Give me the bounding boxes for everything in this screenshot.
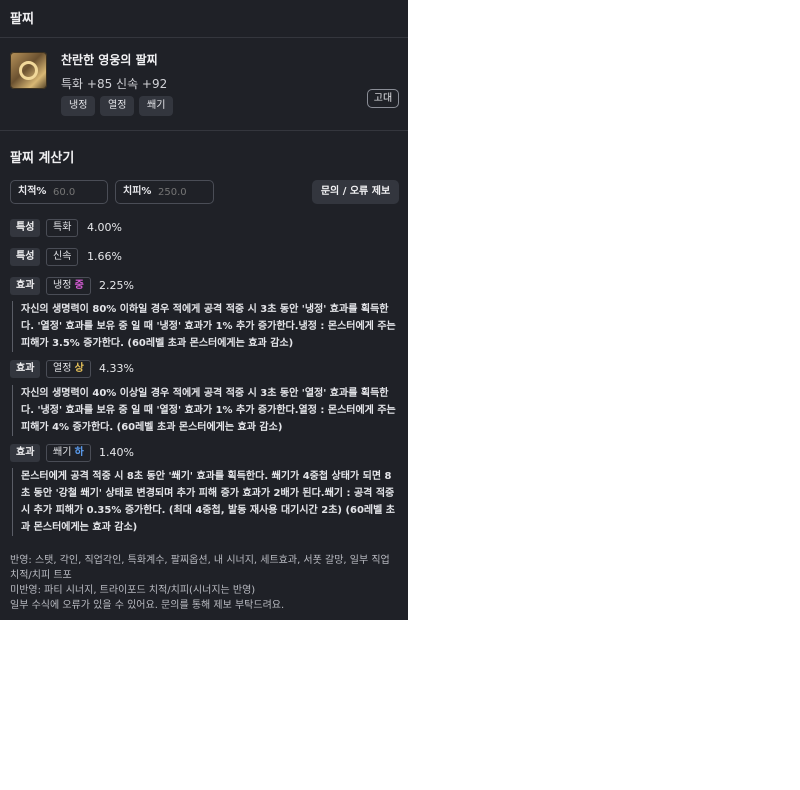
item-tag: 냉정	[61, 96, 96, 116]
grade-badge: 고대	[367, 89, 399, 108]
effect-description: 자신의 생명력이 40% 이상일 경우 적에게 공격 적중 시 3초 동안 '열…	[12, 385, 400, 436]
effect-level: 상	[74, 363, 84, 374]
row-value: 2.25%	[99, 279, 134, 292]
row-kind: 효과	[10, 444, 41, 462]
crit-rate-input[interactable]	[53, 181, 103, 203]
row-name: 열정 상	[46, 360, 91, 378]
panel-header: 팔찌	[0, 0, 408, 38]
crit-dmg-label: 치피%	[123, 186, 152, 197]
row-value: 4.33%	[99, 362, 134, 375]
effect-level: 중	[74, 280, 84, 291]
row-name: 냉정 중	[46, 277, 91, 295]
crit-rate-label: 치적%	[18, 186, 47, 197]
footer-notes: 반영: 스탯, 각인, 직업각인, 특화계수, 팔찌옵션, 내 시너지, 세트효…	[10, 553, 402, 613]
footer-not-reflected: 미반영: 파티 시너지, 트라이포드 치적/치피(시너지는 반영)	[10, 585, 256, 596]
row-name: 특화	[46, 219, 79, 237]
crit-dmg-input[interactable]	[158, 181, 208, 203]
item-tag: 열정	[100, 96, 135, 116]
row-value: 1.66%	[87, 250, 122, 263]
effect-name: 냉정	[53, 280, 72, 291]
row-value: 1.40%	[99, 446, 134, 459]
effect-description: 자신의 생명력이 80% 이하일 경우 적에게 공격 적중 시 3초 동안 '냉…	[12, 301, 400, 352]
row-name: 쐐기 하	[46, 444, 91, 462]
footer-reflected: 반영: 스탯, 각인, 직업각인, 특화계수, 팔찌옵션, 내 시너지, 세트효…	[10, 555, 390, 581]
row-kind: 특성	[10, 219, 41, 237]
effect-name: 쐐기	[53, 447, 72, 458]
crit-dmg-field[interactable]: 치피%	[115, 180, 214, 204]
footer-disclaimer: 일부 수식에 오류가 있을 수 있어요. 문의를 통해 제보 부탁드려요.	[10, 600, 285, 611]
calculator-title: 팔찌 계산기	[10, 151, 75, 166]
row-name: 신속	[46, 248, 79, 266]
item-stats: 특화 +85 신속 +92	[61, 77, 168, 91]
row-kind: 효과	[10, 360, 41, 378]
effect-name: 열정	[53, 363, 72, 374]
report-button[interactable]: 문의 / 오류 제보	[312, 180, 399, 204]
item-name: 찬란한 영웅의 팔찌	[61, 53, 158, 67]
item-card: 찬란한 영웅의 팔찌 특화 +85 신속 +92 고대	[0, 38, 408, 131]
row-value: 4.00%	[87, 221, 122, 234]
bracelet-panel: 팔찌 찬란한 영웅의 팔찌 특화 +85 신속 +92 고대 냉정 열정 쐐기 …	[0, 0, 408, 620]
effect-description: 몬스터에게 공격 적중 시 8초 동안 '쐐기' 효과를 획득한다. 쐐기가 4…	[12, 468, 400, 536]
effect-level: 하	[74, 447, 84, 458]
row-kind: 효과	[10, 277, 41, 295]
bracelet-icon	[10, 52, 47, 89]
item-tag: 쐐기	[139, 96, 174, 116]
crit-rate-field[interactable]: 치적%	[10, 180, 108, 204]
panel-title: 팔찌	[10, 12, 34, 27]
row-kind: 특성	[10, 248, 41, 266]
